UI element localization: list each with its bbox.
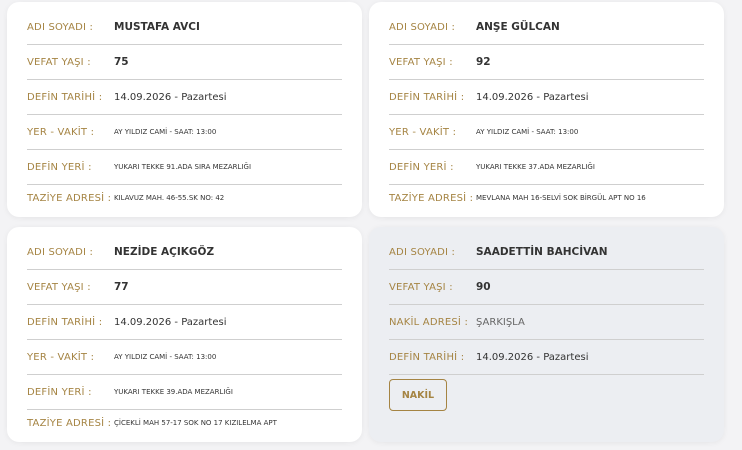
value-condolence-address: KILAVUZ MAH. 46-55.SK NO: 42 <box>114 194 225 202</box>
label-name: ADI SOYADI : <box>27 21 94 33</box>
row-age: VEFAT YAŞI : 92 <box>389 45 704 80</box>
row-name: ADI SOYADI : SAADETTİN BAHCİVAN <box>389 235 704 270</box>
label-age: VEFAT YAŞI : <box>389 56 453 68</box>
label-burial-date: DEFİN TARİHİ : <box>389 351 465 363</box>
label-name: ADI SOYADI : <box>389 246 456 258</box>
label-name: ADI SOYADI : <box>389 21 456 33</box>
label-burial-date: DEFİN TARİHİ : <box>389 91 465 103</box>
value-name: NEZİDE AÇIKGÖZ <box>114 246 215 258</box>
value-age: 77 <box>114 281 129 293</box>
label-condolence-address: TAZİYE ADRESİ : <box>389 192 474 204</box>
value-place-time: AY YILDIZ CAMİ - SAAT: 13:00 <box>114 353 217 361</box>
label-age: VEFAT YAŞI : <box>389 281 453 293</box>
row-burial-place: DEFİN YERİ : YUKARI TEKKE 91.ADA SIRA ME… <box>27 150 342 185</box>
row-age: VEFAT YAŞI : 75 <box>27 45 342 80</box>
obituary-card-anse-gulcan: ADI SOYADI : ANŞE GÜLCAN VEFAT YAŞI : 92… <box>369 2 724 217</box>
label-age: VEFAT YAŞI : <box>27 281 91 293</box>
label-name: ADI SOYADI : <box>27 246 94 258</box>
row-age: VEFAT YAŞI : 77 <box>27 270 342 305</box>
label-burial-place: DEFİN YERİ : <box>27 386 92 398</box>
row-place-time: YER - VAKİT : AY YILDIZ CAMİ - SAAT: 13:… <box>27 340 342 375</box>
label-burial-date: DEFİN TARİHİ : <box>27 316 103 328</box>
value-burial-place: YUKARI TEKKE 39.ADA MEZARLIĞI <box>114 388 233 396</box>
value-condolence-address: MEVLANA MAH 16-SELVİ SOK BİRGÜL APT NO 1… <box>476 194 646 202</box>
row-condolence-address: TAZİYE ADRESİ : KILAVUZ MAH. 46-55.SK NO… <box>27 185 342 211</box>
value-age: 75 <box>114 56 129 68</box>
row-burial-date: DEFİN TARİHİ : 14.09.2026 - Pazartesi <box>27 80 342 115</box>
value-burial-date: 14.09.2026 - Pazartesi <box>476 91 589 103</box>
value-transfer-address: ŞARKIŞLA <box>476 316 525 328</box>
row-burial-date: DEFİN TARİHİ : 14.09.2026 - Pazartesi <box>27 305 342 340</box>
row-place-time: YER - VAKİT : AY YILDIZ CAMİ - SAAT: 13:… <box>389 115 704 150</box>
label-transfer-address: NAKİL ADRESİ : <box>389 316 469 328</box>
value-burial-date: 14.09.2026 - Pazartesi <box>114 91 227 103</box>
row-condolence-address: TAZİYE ADRESİ : MEVLANA MAH 16-SELVİ SOK… <box>389 185 704 211</box>
value-place-time: AY YILDIZ CAMİ - SAAT: 13:00 <box>114 128 217 136</box>
label-burial-place: DEFİN YERİ : <box>27 161 92 173</box>
row-name: ADI SOYADI : MUSTAFA AVCI <box>27 10 342 45</box>
label-burial-place: DEFİN YERİ : <box>389 161 454 173</box>
label-burial-date: DEFİN TARİHİ : <box>27 91 103 103</box>
value-burial-date: 14.09.2026 - Pazartesi <box>476 351 589 363</box>
row-burial-place: DEFİN YERİ : YUKARI TEKKE 37.ADA MEZARLI… <box>389 150 704 185</box>
row-name: ADI SOYADI : ANŞE GÜLCAN <box>389 10 704 45</box>
row-burial-date: DEFİN TARİHİ : 14.09.2026 - Pazartesi <box>389 80 704 115</box>
row-transfer-address: NAKİL ADRESİ : ŞARKIŞLA <box>389 305 704 340</box>
row-age: VEFAT YAŞI : 90 <box>389 270 704 305</box>
obituary-card-mustafa-avci: ADI SOYADI : MUSTAFA AVCI VEFAT YAŞI : 7… <box>7 2 362 217</box>
obituary-card-nezide-acikgoz: ADI SOYADI : NEZİDE AÇIKGÖZ VEFAT YAŞI :… <box>7 227 362 442</box>
row-burial-place: DEFİN YERİ : YUKARI TEKKE 39.ADA MEZARLI… <box>27 375 342 410</box>
label-condolence-address: TAZİYE ADRESİ : <box>27 192 112 204</box>
row-burial-date: DEFİN TARİHİ : 14.09.2026 - Pazartesi <box>389 340 704 375</box>
value-name: SAADETTİN BAHCİVAN <box>476 246 608 258</box>
value-name: ANŞE GÜLCAN <box>476 21 560 33</box>
value-burial-place: YUKARI TEKKE 91.ADA SIRA MEZARLIĞI <box>114 163 252 171</box>
label-condolence-address: TAZİYE ADRESİ : <box>27 417 112 429</box>
row-condolence-address: TAZİYE ADRESİ : ÇİCEKLİ MAH 57-17 SOK NO… <box>27 410 342 436</box>
label-place-time: YER - VAKİT : <box>27 126 95 138</box>
row-name: ADI SOYADI : NEZİDE AÇIKGÖZ <box>27 235 342 270</box>
value-place-time: AY YILDIZ CAMİ - SAAT: 13:00 <box>476 128 579 136</box>
value-name: MUSTAFA AVCI <box>114 21 200 33</box>
row-place-time: YER - VAKİT : AY YILDIZ CAMİ - SAAT: 13:… <box>27 115 342 150</box>
label-place-time: YER - VAKİT : <box>389 126 457 138</box>
label-place-time: YER - VAKİT : <box>27 351 95 363</box>
value-age: 90 <box>476 281 491 293</box>
value-age: 92 <box>476 56 491 68</box>
value-burial-place: YUKARI TEKKE 37.ADA MEZARLIĞI <box>476 163 595 171</box>
value-condolence-address: ÇİCEKLİ MAH 57-17 SOK NO 17 KIZILELMA AP… <box>114 419 277 427</box>
label-age: VEFAT YAŞI : <box>27 56 91 68</box>
obituary-card-saadettin-bahcivan: ADI SOYADI : SAADETTİN BAHCİVAN VEFAT YA… <box>369 227 724 442</box>
nakil-button[interactable]: NAKİL <box>389 379 447 411</box>
value-burial-date: 14.09.2026 - Pazartesi <box>114 316 227 328</box>
